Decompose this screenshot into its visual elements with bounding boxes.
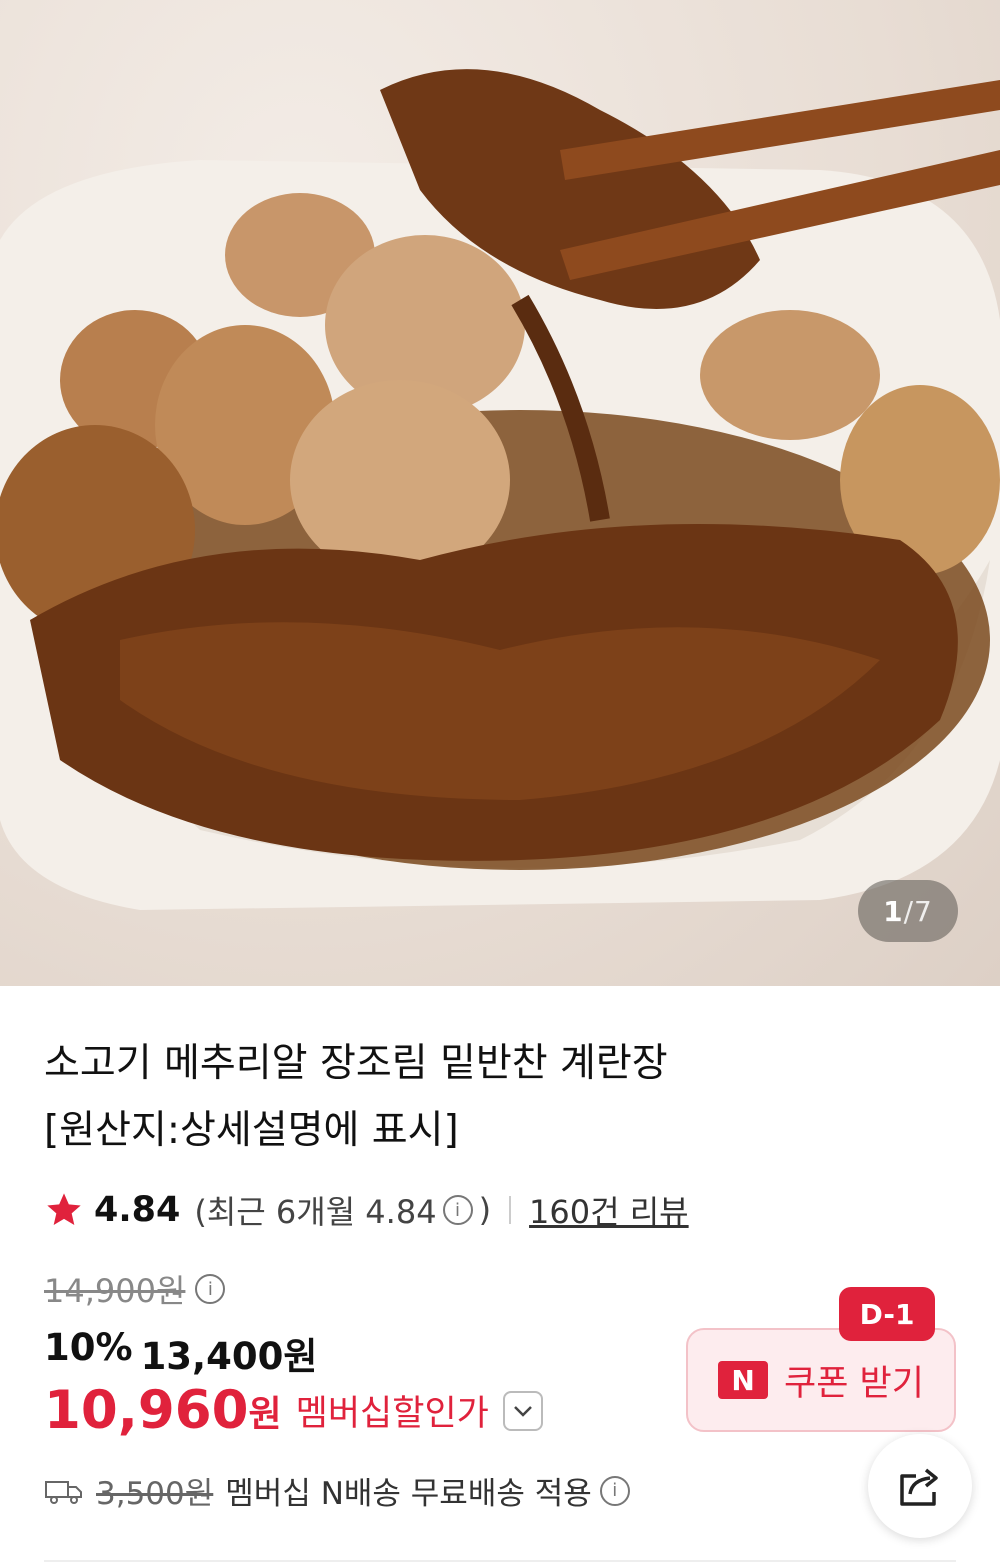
info-icon[interactable]: i	[442, 1195, 473, 1225]
section-divider	[44, 1560, 956, 1562]
star-icon	[47, 1193, 81, 1225]
truck-icon	[45, 1480, 82, 1504]
product-photo	[0, 69, 1000, 910]
product-title-line2: [원산지:상세설명에 표시]	[44, 1108, 459, 1153]
product-title-line1: 소고기 메추리알 장조림 밑반찬 계란장	[44, 1041, 668, 1086]
pager-separator: /	[903, 894, 915, 928]
coupon-label: 쿠폰 받기	[784, 1363, 924, 1404]
product-title: 소고기 메추리알 장조림 밑반찬 계란장 [원산지:상세설명에 표시]	[44, 1030, 944, 1164]
member-price-toggle[interactable]	[502, 1390, 543, 1431]
shipping-row: 3,500원 멤버십 N배송 무료배송 적용 i	[44, 1468, 630, 1513]
discount-row: 10% 13,400원	[44, 1326, 317, 1380]
review-count-link[interactable]: 160건 리뷰	[529, 1187, 689, 1233]
pager-total: 7	[914, 894, 933, 928]
shipping-text: 멤버십 N배송 무료배송 적용	[225, 1476, 592, 1512]
recent-rating-close: )	[478, 1191, 492, 1229]
price-info-icon[interactable]: i	[195, 1274, 226, 1304]
recent-rating-text: (최근 6개월 4.84	[194, 1193, 437, 1231]
divider	[509, 1196, 512, 1224]
coupon-button[interactable]: N 쿠폰 받기	[686, 1328, 956, 1432]
member-price-currency: 원	[248, 1393, 282, 1435]
pager-current: 1	[883, 894, 904, 928]
share-icon	[900, 1468, 938, 1506]
n-logo-icon: N	[718, 1361, 769, 1399]
share-button[interactable]	[868, 1434, 972, 1538]
discounted-price: 13,400원	[140, 1335, 318, 1378]
member-price-label: 멤버십할인가	[295, 1394, 489, 1434]
original-price-row: 14,900원 i	[44, 1266, 226, 1312]
product-image[interactable]: 1 / 7	[0, 0, 1000, 986]
rating-score: 4.84	[94, 1190, 181, 1230]
image-pager: 1 / 7	[858, 880, 958, 942]
dday-badge: D-1	[839, 1287, 935, 1341]
chevron-down-icon	[513, 1405, 532, 1417]
original-price: 14,900원	[44, 1272, 186, 1310]
shipping-info-icon[interactable]: i	[599, 1475, 630, 1506]
discount-percent: 10%	[44, 1326, 133, 1369]
member-price-row: 10,960 원 멤버십할인가	[44, 1380, 543, 1441]
member-price: 10,960	[44, 1380, 249, 1441]
rating-row: 4.84 (최근 6개월 4.84 i ) 160건 리뷰	[44, 1182, 689, 1238]
old-shipping-fee: 3,500원	[96, 1476, 214, 1512]
